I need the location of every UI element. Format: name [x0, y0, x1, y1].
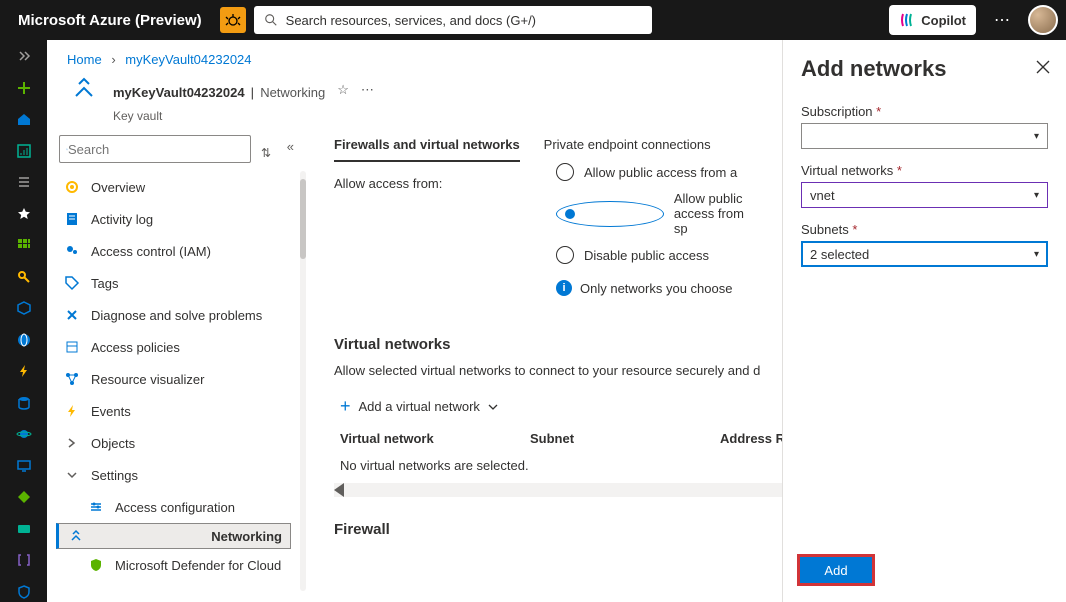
nav-search[interactable]: [59, 135, 251, 163]
sort-icon[interactable]: ⇅: [261, 146, 271, 160]
chevron-down-icon: ▾: [1034, 131, 1039, 142]
visualizer-icon: [63, 370, 81, 388]
list-icon[interactable]: [13, 172, 35, 193]
info-icon: i: [556, 280, 572, 296]
chevron-down-icon: ▾: [1034, 249, 1039, 260]
radio-public-specific[interactable]: Allow public access from sp: [556, 191, 754, 236]
sql-icon[interactable]: [13, 393, 35, 414]
plus-icon: +: [340, 396, 351, 417]
subscription-select[interactable]: ▾: [801, 123, 1048, 149]
chevron-right-icon: [63, 434, 81, 452]
add-button[interactable]: Add: [801, 558, 871, 582]
radio-public-all[interactable]: Allow public access from a: [556, 163, 754, 181]
crumb-home[interactable]: Home: [67, 52, 102, 67]
collapse-icon[interactable]: «: [287, 139, 294, 154]
brand: Microsoft Azure (Preview): [8, 12, 212, 29]
nav-overview[interactable]: Overview: [59, 171, 294, 203]
iam-icon: [63, 242, 81, 260]
crumb-resource[interactable]: myKeyVault04232024: [125, 52, 251, 67]
nav-access-control[interactable]: Access control (IAM): [59, 235, 294, 267]
more-icon[interactable]: ⋯: [984, 10, 1020, 30]
create-icon[interactable]: [13, 78, 35, 99]
log-icon: [63, 210, 81, 228]
nav-defender[interactable]: Microsoft Defender for Cloud: [59, 549, 294, 581]
card-icon[interactable]: [13, 519, 35, 540]
vnet-label: Virtual networks *: [801, 163, 1048, 178]
close-icon[interactable]: [1036, 60, 1050, 74]
search-icon: [264, 13, 278, 27]
tag-icon: [63, 274, 81, 292]
topbar: Microsoft Azure (Preview) Search resourc…: [0, 0, 1066, 40]
chevron-down-icon: ▾: [1034, 190, 1039, 201]
bug-icon[interactable]: [220, 7, 246, 33]
global-search[interactable]: Search resources, services, and docs (G+…: [254, 6, 652, 34]
overview-icon: [63, 178, 81, 196]
nav-events[interactable]: Events: [59, 395, 294, 427]
subnets-label: Subnets *: [801, 222, 1048, 237]
dashboard-icon[interactable]: [13, 141, 35, 162]
nav-objects[interactable]: Objects: [59, 427, 294, 459]
nav-access-policies[interactable]: Access policies: [59, 331, 294, 363]
nav-tags[interactable]: Tags: [59, 267, 294, 299]
copilot-button[interactable]: Copilot: [889, 5, 976, 35]
resource-nav: ⇅ « Overview Activity log Access control…: [47, 131, 306, 581]
search-placeholder: Search resources, services, and docs (G+…: [286, 13, 536, 28]
grid-icon[interactable]: [13, 235, 35, 256]
tab-firewalls[interactable]: Firewalls and virtual networks: [334, 137, 520, 162]
nav-resource-visualizer[interactable]: Resource visualizer: [59, 363, 294, 395]
avatar[interactable]: [1028, 5, 1058, 35]
planet-icon[interactable]: [13, 424, 35, 445]
nav-access-configuration[interactable]: Access configuration: [59, 491, 294, 523]
subscription-label: Subscription *: [801, 104, 1048, 119]
cube-icon[interactable]: [13, 298, 35, 319]
nav-activity-log[interactable]: Activity log: [59, 203, 294, 235]
globe-icon[interactable]: [13, 330, 35, 351]
config-icon: [87, 498, 105, 516]
bolt-icon[interactable]: [13, 361, 35, 382]
radio-disable[interactable]: Disable public access: [556, 246, 754, 264]
left-rail: [0, 40, 47, 602]
shield-icon[interactable]: [13, 582, 35, 602]
resource-icon: [67, 73, 101, 107]
networking-icon: [67, 527, 85, 545]
monitor-icon[interactable]: [13, 456, 35, 477]
heading-more-icon[interactable]: ⋯: [361, 82, 374, 98]
favorite-icon[interactable]: ☆: [337, 82, 349, 98]
chevron-down-icon: [63, 466, 81, 484]
home-icon[interactable]: [13, 109, 35, 130]
info-note: iOnly networks you choose: [556, 280, 754, 296]
diagnose-icon: [63, 306, 81, 324]
chevron-down-icon: [488, 402, 498, 412]
vnet-select[interactable]: vnet▾: [801, 182, 1048, 208]
star-icon[interactable]: [13, 204, 35, 225]
panel-title: Add networks: [801, 56, 1048, 82]
tab-private-endpoint[interactable]: Private endpoint connections: [544, 137, 711, 162]
diamond-icon[interactable]: [13, 487, 35, 508]
events-icon: [63, 402, 81, 420]
defender-icon: [87, 556, 105, 574]
brackets-icon[interactable]: [13, 550, 35, 571]
copilot-icon: [899, 12, 915, 28]
nav-networking[interactable]: Networking: [56, 523, 291, 549]
nav-settings[interactable]: Settings: [59, 459, 294, 491]
nav-diagnose[interactable]: Diagnose and solve problems: [59, 299, 294, 331]
add-networks-panel: Add networks Subscription * ▾ Virtual ne…: [782, 40, 1066, 602]
expand-icon[interactable]: [13, 46, 35, 67]
nav-search-input[interactable]: [68, 142, 244, 157]
policies-icon: [63, 338, 81, 356]
key-icon[interactable]: [13, 267, 35, 288]
subnets-select[interactable]: 2 selected▾: [801, 241, 1048, 267]
page-title: myKeyVault04232024 | Networking: [113, 77, 325, 102]
